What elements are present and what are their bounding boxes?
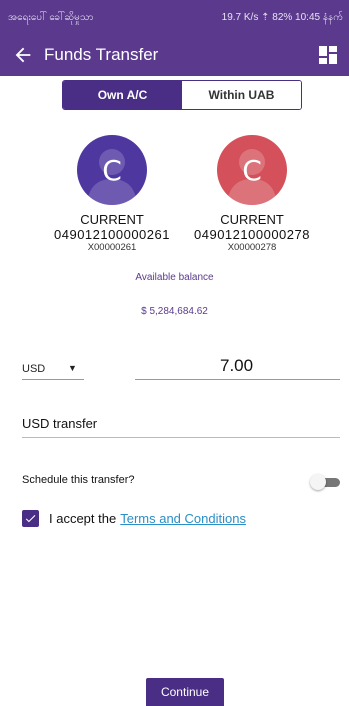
available-balance-value: $ 5,284,684.62 (141, 306, 208, 317)
avatar-letter: C (242, 153, 262, 187)
continue-button[interactable]: Continue (146, 678, 224, 706)
status-left-text: အရေးပေါ် ခေါ်ဆိုမှုသာ (8, 11, 94, 23)
account-code: X00000278 (227, 242, 277, 253)
avatar: C (77, 135, 147, 205)
available-balance-label: Available balance (135, 272, 214, 283)
account-number: 049012100000278 (194, 227, 310, 242)
schedule-label: Schedule this transfer? (22, 474, 135, 486)
account-number: 049012100000261 (54, 227, 170, 242)
tab-within-uab[interactable]: Within UAB (182, 81, 301, 109)
status-right-text: 19.7 K/s ⇡ 82% 10:45 နံနက် (221, 11, 343, 23)
currency-select[interactable]: USD ▼ (22, 358, 84, 380)
amount-input[interactable]: 7.00 (135, 356, 340, 380)
transfer-type-tabs: Own A/C Within UAB (62, 80, 302, 110)
dashboard-grid-icon[interactable] (317, 44, 339, 66)
currency-value: USD (22, 362, 46, 375)
status-bar: အရေးပေါ် ခေါ်ဆိုမှုသာ 19.7 K/s ⇡ 82% 10:… (0, 0, 349, 34)
schedule-row: Schedule this transfer? (22, 474, 340, 490)
from-account-card[interactable]: C CURRENT 049012100000261 X00000261 (32, 135, 192, 253)
account-type: CURRENT (220, 212, 284, 227)
toggle-knob (310, 474, 326, 490)
account-type: CURRENT (80, 212, 144, 227)
to-account-card[interactable]: C CURRENT 049012100000278 X00000278 (172, 135, 332, 253)
avatar-letter: C (102, 153, 122, 187)
dropdown-arrow-icon: ▼ (68, 363, 77, 373)
checkmark-icon (25, 514, 36, 522)
amount-row: USD ▼ 7.00 (22, 356, 340, 382)
accept-terms-row: I accept the Terms and Conditions (22, 507, 246, 529)
tab-own-account[interactable]: Own A/C (63, 81, 182, 109)
account-selector: C CURRENT 049012100000261 X00000261 C CU… (0, 135, 349, 270)
avatar: C (217, 135, 287, 205)
accept-terms-checkbox[interactable] (22, 509, 39, 527)
accept-terms-text: I accept the (49, 510, 117, 526)
remark-input[interactable]: USD transfer (22, 416, 340, 438)
page-title: Funds Transfer (44, 45, 159, 64)
terms-link[interactable]: Terms and Conditions (120, 511, 246, 526)
account-code: X00000261 (87, 242, 137, 253)
arrow-left-icon[interactable] (10, 42, 36, 68)
amount-value: 7.00 (220, 356, 254, 375)
app-bar: Funds Transfer (0, 34, 349, 76)
schedule-toggle[interactable] (310, 474, 340, 490)
